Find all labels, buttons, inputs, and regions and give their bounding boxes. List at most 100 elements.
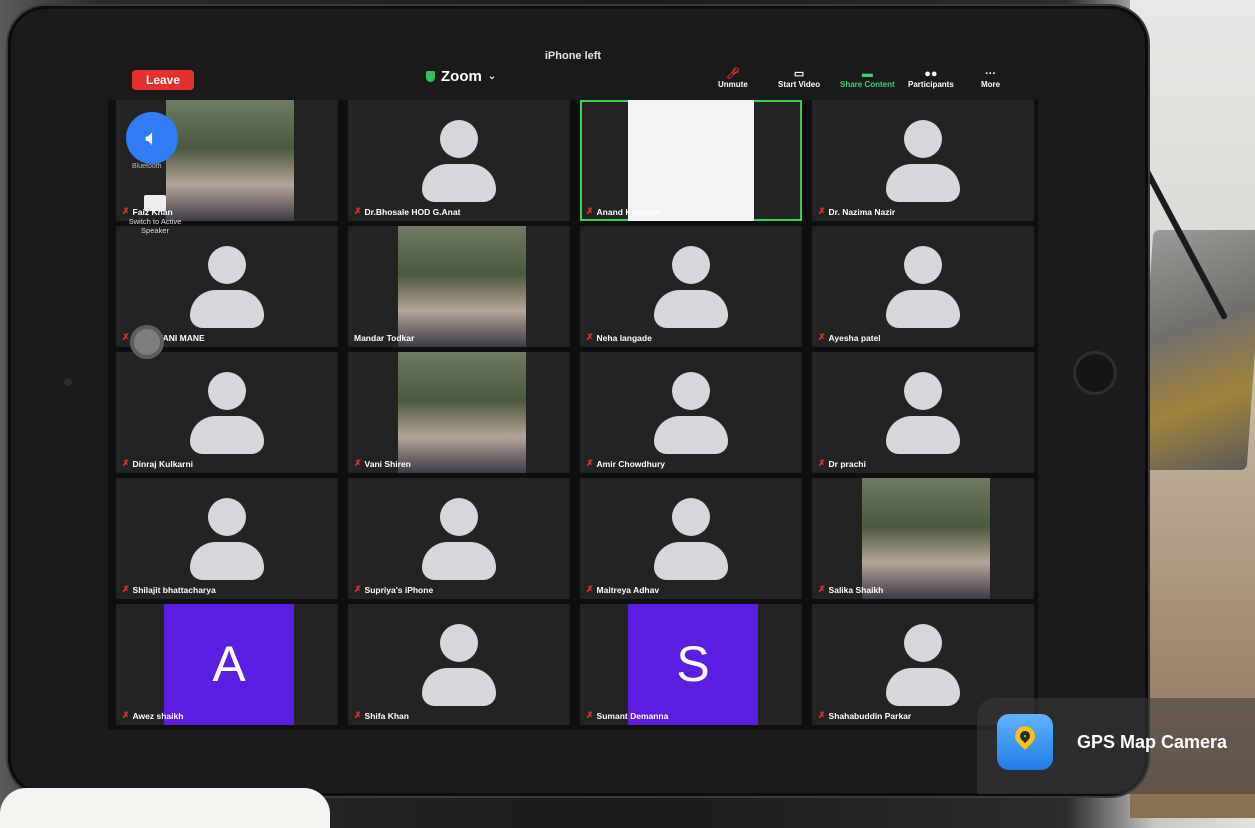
participant-name-text: Dr prachi [828, 458, 866, 469]
avatar-body-icon [190, 542, 264, 580]
avatar-head-icon [904, 624, 942, 662]
video-feed [628, 100, 754, 221]
participant-tile[interactable]: ✗ Supriya's iPhone [348, 478, 570, 599]
participant-tile[interactable]: A ✗ Awez shaikh [116, 604, 338, 725]
participant-name-text: Amir Chowdhury [596, 458, 666, 469]
muted-mic-icon: ✗ [354, 458, 362, 468]
muted-mic-icon: ✗ [818, 206, 826, 216]
share-icon: ▬ [861, 68, 873, 80]
participant-name: ✗ Vani Shiren [354, 458, 411, 469]
participant-tile[interactable]: ✗ Anand Kalaskar [580, 100, 802, 221]
muted-mic-icon: ✗ [122, 584, 130, 594]
participant-name: ✗ Sumant Demanna [586, 710, 668, 721]
participant-name-text: Sumant Demanna [596, 710, 669, 721]
participant-name: ✗ Dr. Nazima Nazir [818, 206, 895, 217]
participant-name: ✗ Dr prachi [818, 458, 866, 469]
leave-button[interactable]: Leave [132, 70, 194, 90]
bluetooth-audio-button[interactable]: 🔈︎ [126, 112, 178, 164]
participant-grid: ✗ Faiz Khan ✗ Dr.Bhosale HOD G.Anat ✗ Anand K… [116, 100, 1034, 725]
avatar-head-icon [904, 372, 942, 410]
participant-tile[interactable]: ✗ Dr. Nazima Nazir [812, 100, 1034, 221]
participant-name: ✗ Supriya's iPhone [354, 584, 433, 595]
participant-name: ✗ Awez shaikh [122, 710, 183, 721]
avatar-head-icon [208, 372, 246, 410]
switch-active-speaker-button[interactable]: Switch to Active Speaker [120, 195, 190, 235]
participant-tile[interactable]: ✗ Vani Shiren [348, 352, 570, 473]
participant-tile[interactable]: ✗ Shifa Khan [348, 604, 570, 725]
avatar-head-icon [208, 246, 246, 284]
participant-name-text: Dr.Bhosale HOD G.Anat [364, 206, 461, 217]
participant-name-text: Maitreya Adhav [596, 584, 660, 595]
participant-tile[interactable]: ✗ Dr.Bhosale HOD G.Anat [348, 100, 570, 221]
avatar-head-icon [208, 498, 246, 536]
unmute-button[interactable]: 🎤︎ Unmute [718, 68, 748, 89]
participants-button[interactable]: ●● Participants [908, 68, 954, 89]
more-button[interactable]: ··· More [981, 68, 1000, 89]
avatar-body-icon [886, 668, 960, 706]
participant-name: ✗ Salika Shaikh [818, 584, 883, 595]
participant-tile[interactable]: ✗ Dinraj Kulkarni [116, 352, 338, 473]
muted-mic-icon: ✗ [354, 206, 362, 216]
participant-name-text: Neha langade [596, 332, 652, 343]
more-icon: ··· [985, 68, 997, 80]
participant-tile[interactable]: ✗ Salika Shaikh [812, 478, 1034, 599]
participant-tile[interactable]: ✗ Dr prachi [812, 352, 1034, 473]
participant-tile[interactable]: ✗ Amir Chowdhury [580, 352, 802, 473]
muted-mic-icon: ✗ [586, 710, 594, 720]
participant-name-text: Supriya's iPhone [364, 584, 434, 595]
app-title: Zoom [441, 68, 482, 85]
participant-name: ✗ Anand Kalaskar [586, 206, 661, 217]
video-feed [398, 352, 526, 473]
muted-mic-icon: ✗ [586, 332, 594, 342]
participant-tile[interactable]: S ✗ Sumant Demanna [580, 604, 802, 725]
meeting-title[interactable]: Zoom ⌄ [426, 68, 496, 85]
zoom-screen: iPhone left Leave Zoom ⌄ 🎤︎ Unmute ▭ Sta… [108, 40, 1038, 730]
participant-name-text: Salika Shaikh [828, 584, 884, 595]
avatar-body-icon [190, 416, 264, 454]
home-button[interactable] [1073, 351, 1117, 395]
share-content-button[interactable]: ▬ Share Content [840, 68, 895, 89]
muted-mic-icon: ✗ [818, 458, 826, 468]
assistive-touch-button[interactable] [130, 325, 164, 359]
participant-name-text: Awez shaikh [132, 710, 184, 721]
participant-tile[interactable]: ✗ Ayesha patel [812, 226, 1034, 347]
avatar-head-icon [672, 498, 710, 536]
participant-name: ✗ Shilajit bhattacharya [122, 584, 216, 595]
avatar-head-icon [904, 246, 942, 284]
bluetooth-label: Bluetooth [132, 163, 162, 170]
participant-name: ✗ Shahabuddin Parkar [818, 710, 911, 721]
participant-name: ✗ Dinraj Kulkarni [122, 458, 193, 469]
muted-mic-icon: 🎤︎ [725, 68, 740, 80]
switch-speaker-label: Switch to Active Speaker [128, 217, 182, 235]
avatar-body-icon [422, 668, 496, 706]
front-camera-icon [64, 378, 72, 386]
avatar-head-icon [440, 498, 478, 536]
avatar-body-icon [654, 290, 728, 328]
muted-mic-icon: ✗ [818, 584, 826, 594]
video-feed [398, 226, 526, 347]
participant-tile[interactable]: Mandar Todkar [348, 226, 570, 347]
participant-name-text: Shilajit bhattacharya [132, 584, 216, 595]
avatar-body-icon [886, 164, 960, 202]
participant-name: ✗ Amir Chowdhury [586, 458, 665, 469]
participant-tile[interactable]: ✗ Neha langade [580, 226, 802, 347]
participant-name: ✗ Dr.Bhosale HOD G.Anat [354, 206, 460, 217]
participant-name-text: Dr. Nazima Nazir [828, 206, 896, 217]
participant-name: Mandar Todkar [354, 333, 414, 343]
avatar-head-icon [672, 372, 710, 410]
participant-name-text: Dinraj Kulkarni [132, 458, 194, 469]
participant-tile[interactable]: ✗ Shilajit bhattacharya [116, 478, 338, 599]
avatar-head-icon [904, 120, 942, 158]
unmute-label: Unmute [718, 80, 748, 89]
start-video-button[interactable]: ▭ Start Video [778, 68, 820, 89]
participant-name: ✗ Shifa Khan [354, 710, 409, 721]
avatar-body-icon [654, 542, 728, 580]
muted-mic-icon: ✗ [122, 332, 130, 342]
shield-icon [426, 71, 435, 82]
participant-tile[interactable]: ✗ Maitreya Adhav [580, 478, 802, 599]
start-video-label: Start Video [778, 80, 821, 89]
muted-mic-icon: ✗ [586, 206, 594, 216]
participants-label: Participants [908, 80, 954, 89]
device-name: iPhone left [544, 50, 602, 62]
paper-corner [0, 788, 330, 828]
